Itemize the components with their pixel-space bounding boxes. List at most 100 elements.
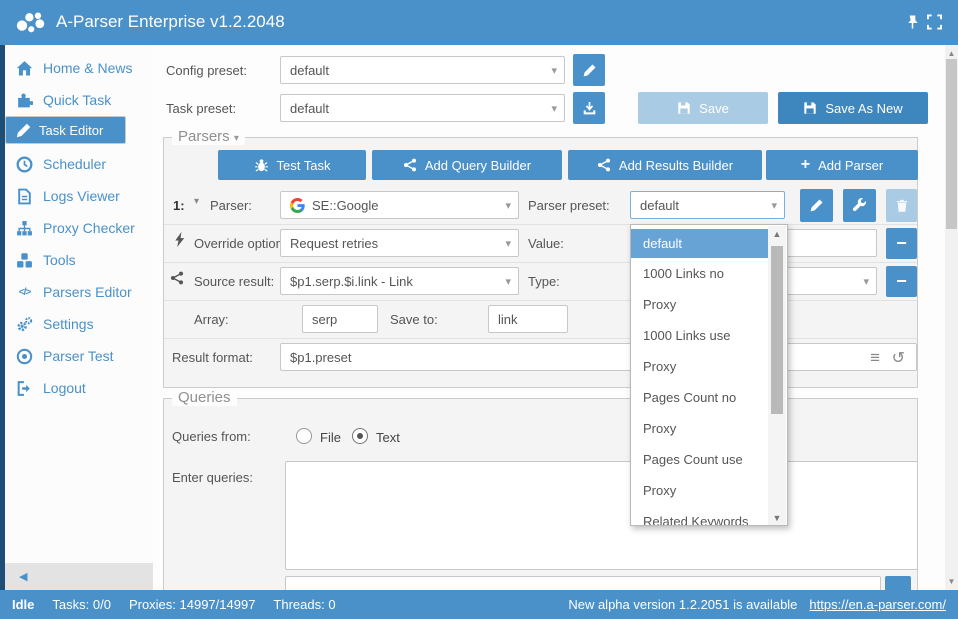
row-divider [164, 300, 917, 301]
sidebar-item-parsers-editor[interactable]: </> Parsers Editor [5, 276, 153, 308]
plus-icon: + [801, 156, 810, 174]
scroll-up-icon[interactable]: ▲ [945, 49, 958, 58]
sidebar-item-logout[interactable]: Logout [5, 372, 153, 404]
chevron-down-icon: ▾ [863, 275, 869, 288]
remove-result-button[interactable]: − [886, 266, 917, 297]
scroll-up-icon[interactable]: ▲ [768, 229, 786, 239]
code-icon: </> [16, 287, 33, 298]
dropdown-option[interactable]: 1000 Links use Proxy [631, 320, 768, 382]
share-icon [170, 271, 184, 285]
remove-override-button[interactable]: − [886, 228, 917, 259]
row-divider [164, 262, 917, 263]
config-preset-select[interactable]: default ▾ [280, 56, 565, 84]
override-option-label: Override option: [194, 236, 287, 251]
enter-queries-label: Enter queries: [172, 470, 253, 485]
chevron-down-icon: ▾ [505, 275, 511, 288]
download-icon [582, 101, 597, 116]
delete-parser-button[interactable] [886, 189, 917, 222]
status-proxies: Proxies: 14997/14997 [129, 597, 255, 612]
floppy-icon [803, 101, 817, 115]
save-to-input[interactable]: link [488, 305, 568, 333]
override-option-select[interactable]: Request retries ▾ [280, 229, 519, 257]
update-link[interactable]: https://en.a-parser.com/ [809, 597, 946, 612]
sitemap-icon [16, 220, 33, 237]
pin-icon[interactable] [905, 14, 920, 35]
dropdown-option[interactable]: 1000 Links no Proxy [631, 258, 768, 320]
queries-textarea[interactable] [285, 461, 918, 570]
parsers-legend[interactable]: Parsers ▾ [172, 128, 245, 145]
main-scroll-thumb[interactable] [946, 59, 957, 229]
queries-legend: Queries [172, 389, 237, 406]
clock-icon [16, 156, 33, 173]
edit-parser-preset-button[interactable] [800, 189, 833, 222]
parser-row-index: 1: [173, 198, 185, 213]
dropdown-option[interactable]: Pages Count no Proxy [631, 382, 768, 444]
result-format-input[interactable]: $p1.preset ≡ ↺ [280, 343, 917, 371]
parser-settings-button[interactable] [843, 189, 876, 222]
floppy-icon [677, 101, 691, 115]
sidebar-item-parser-test[interactable]: Parser Test [5, 340, 153, 372]
radio-file[interactable] [296, 428, 312, 444]
home-icon [16, 60, 33, 77]
add-parser-button[interactable]: + Add Parser [766, 150, 918, 180]
add-results-builder-button[interactable]: Add Results Builder [568, 150, 762, 180]
parser-select[interactable]: SE::Google ▾ [280, 191, 519, 219]
sidebar-item-scheduler[interactable]: Scheduler [5, 148, 153, 180]
parser-preset-select[interactable]: default ▾ [630, 191, 785, 219]
status-tasks: Tasks: 0/0 [52, 597, 111, 612]
gears-icon [16, 316, 33, 333]
save-as-new-button[interactable]: Save As New [778, 92, 928, 124]
chevron-down-icon: ▾ [551, 102, 557, 115]
source-share-icon [170, 271, 184, 290]
scroll-down-icon[interactable]: ▼ [768, 513, 786, 523]
sidebar-item-task-editor[interactable]: Task Editor [5, 116, 126, 144]
result-format-label: Result format: [172, 350, 253, 365]
array-input[interactable]: serp [302, 305, 378, 333]
wrench-icon [852, 198, 867, 213]
dropdown-scrollbar[interactable]: ▲ ▼ [768, 226, 786, 526]
dropdown-option-default[interactable]: default [631, 229, 768, 258]
dropdown-scroll-thumb[interactable] [771, 246, 783, 414]
sidebar-item-quick-task[interactable]: Quick Task [5, 84, 153, 116]
reset-icon[interactable]: ↺ [892, 348, 905, 368]
dropdown-option[interactable]: Related Keywords [631, 506, 768, 526]
row-divider [164, 338, 917, 339]
sidebar-item-home-news[interactable]: Home & News [5, 52, 153, 84]
type-label: Type: [528, 274, 560, 289]
scroll-down-icon[interactable]: ▼ [945, 577, 958, 586]
titlebar: A-Parser Enterprise v1.2.2048 [0, 0, 958, 45]
main-scrollbar[interactable]: ▲ ▼ [945, 45, 958, 590]
chevron-down-icon: ▾ [551, 64, 557, 77]
status-threads: Threads: 0 [273, 597, 335, 612]
sidebar-item-logs-viewer[interactable]: Logs Viewer [5, 180, 153, 212]
pencil-icon [15, 122, 32, 139]
task-preset-select[interactable]: default ▾ [280, 94, 565, 122]
puzzle-icon [16, 92, 33, 109]
google-icon [290, 198, 305, 213]
radio-text[interactable] [352, 428, 368, 444]
queries-from-label: Queries from: [172, 429, 251, 444]
sidebar-item-settings[interactable]: Settings [5, 308, 153, 340]
edit-config-preset-button[interactable] [573, 54, 605, 86]
chevron-down-icon: ▾ [505, 199, 511, 212]
dropdown-option[interactable]: Pages Count use Proxy [631, 444, 768, 506]
config-preset-label: Config preset: [166, 63, 247, 78]
share-icon [403, 158, 417, 172]
window-left-edge [0, 45, 5, 590]
template-list-icon[interactable]: ≡ [870, 348, 880, 368]
target-icon [16, 348, 33, 365]
save-button[interactable]: Save [638, 92, 768, 124]
sidebar-item-tools[interactable]: Tools [5, 244, 153, 276]
add-query-builder-button[interactable]: Add Query Builder [372, 150, 562, 180]
test-task-button[interactable]: Test Task [218, 150, 366, 180]
parser-preset-label: Parser preset: [528, 198, 610, 213]
app-logo-icon [14, 9, 46, 41]
radio-file-label: File [320, 430, 341, 445]
collapse-parser-icon[interactable]: ▾ [194, 196, 199, 207]
source-result-select[interactable]: $p1.serp.$i.link - Link ▾ [280, 267, 519, 295]
sidebar-item-proxy-checker[interactable]: Proxy Checker [5, 212, 153, 244]
fullscreen-icon[interactable] [927, 14, 942, 35]
sidebar-collapse-strip[interactable]: ◀ [5, 563, 153, 590]
load-task-preset-button[interactable] [573, 92, 605, 124]
row-divider [164, 224, 917, 225]
